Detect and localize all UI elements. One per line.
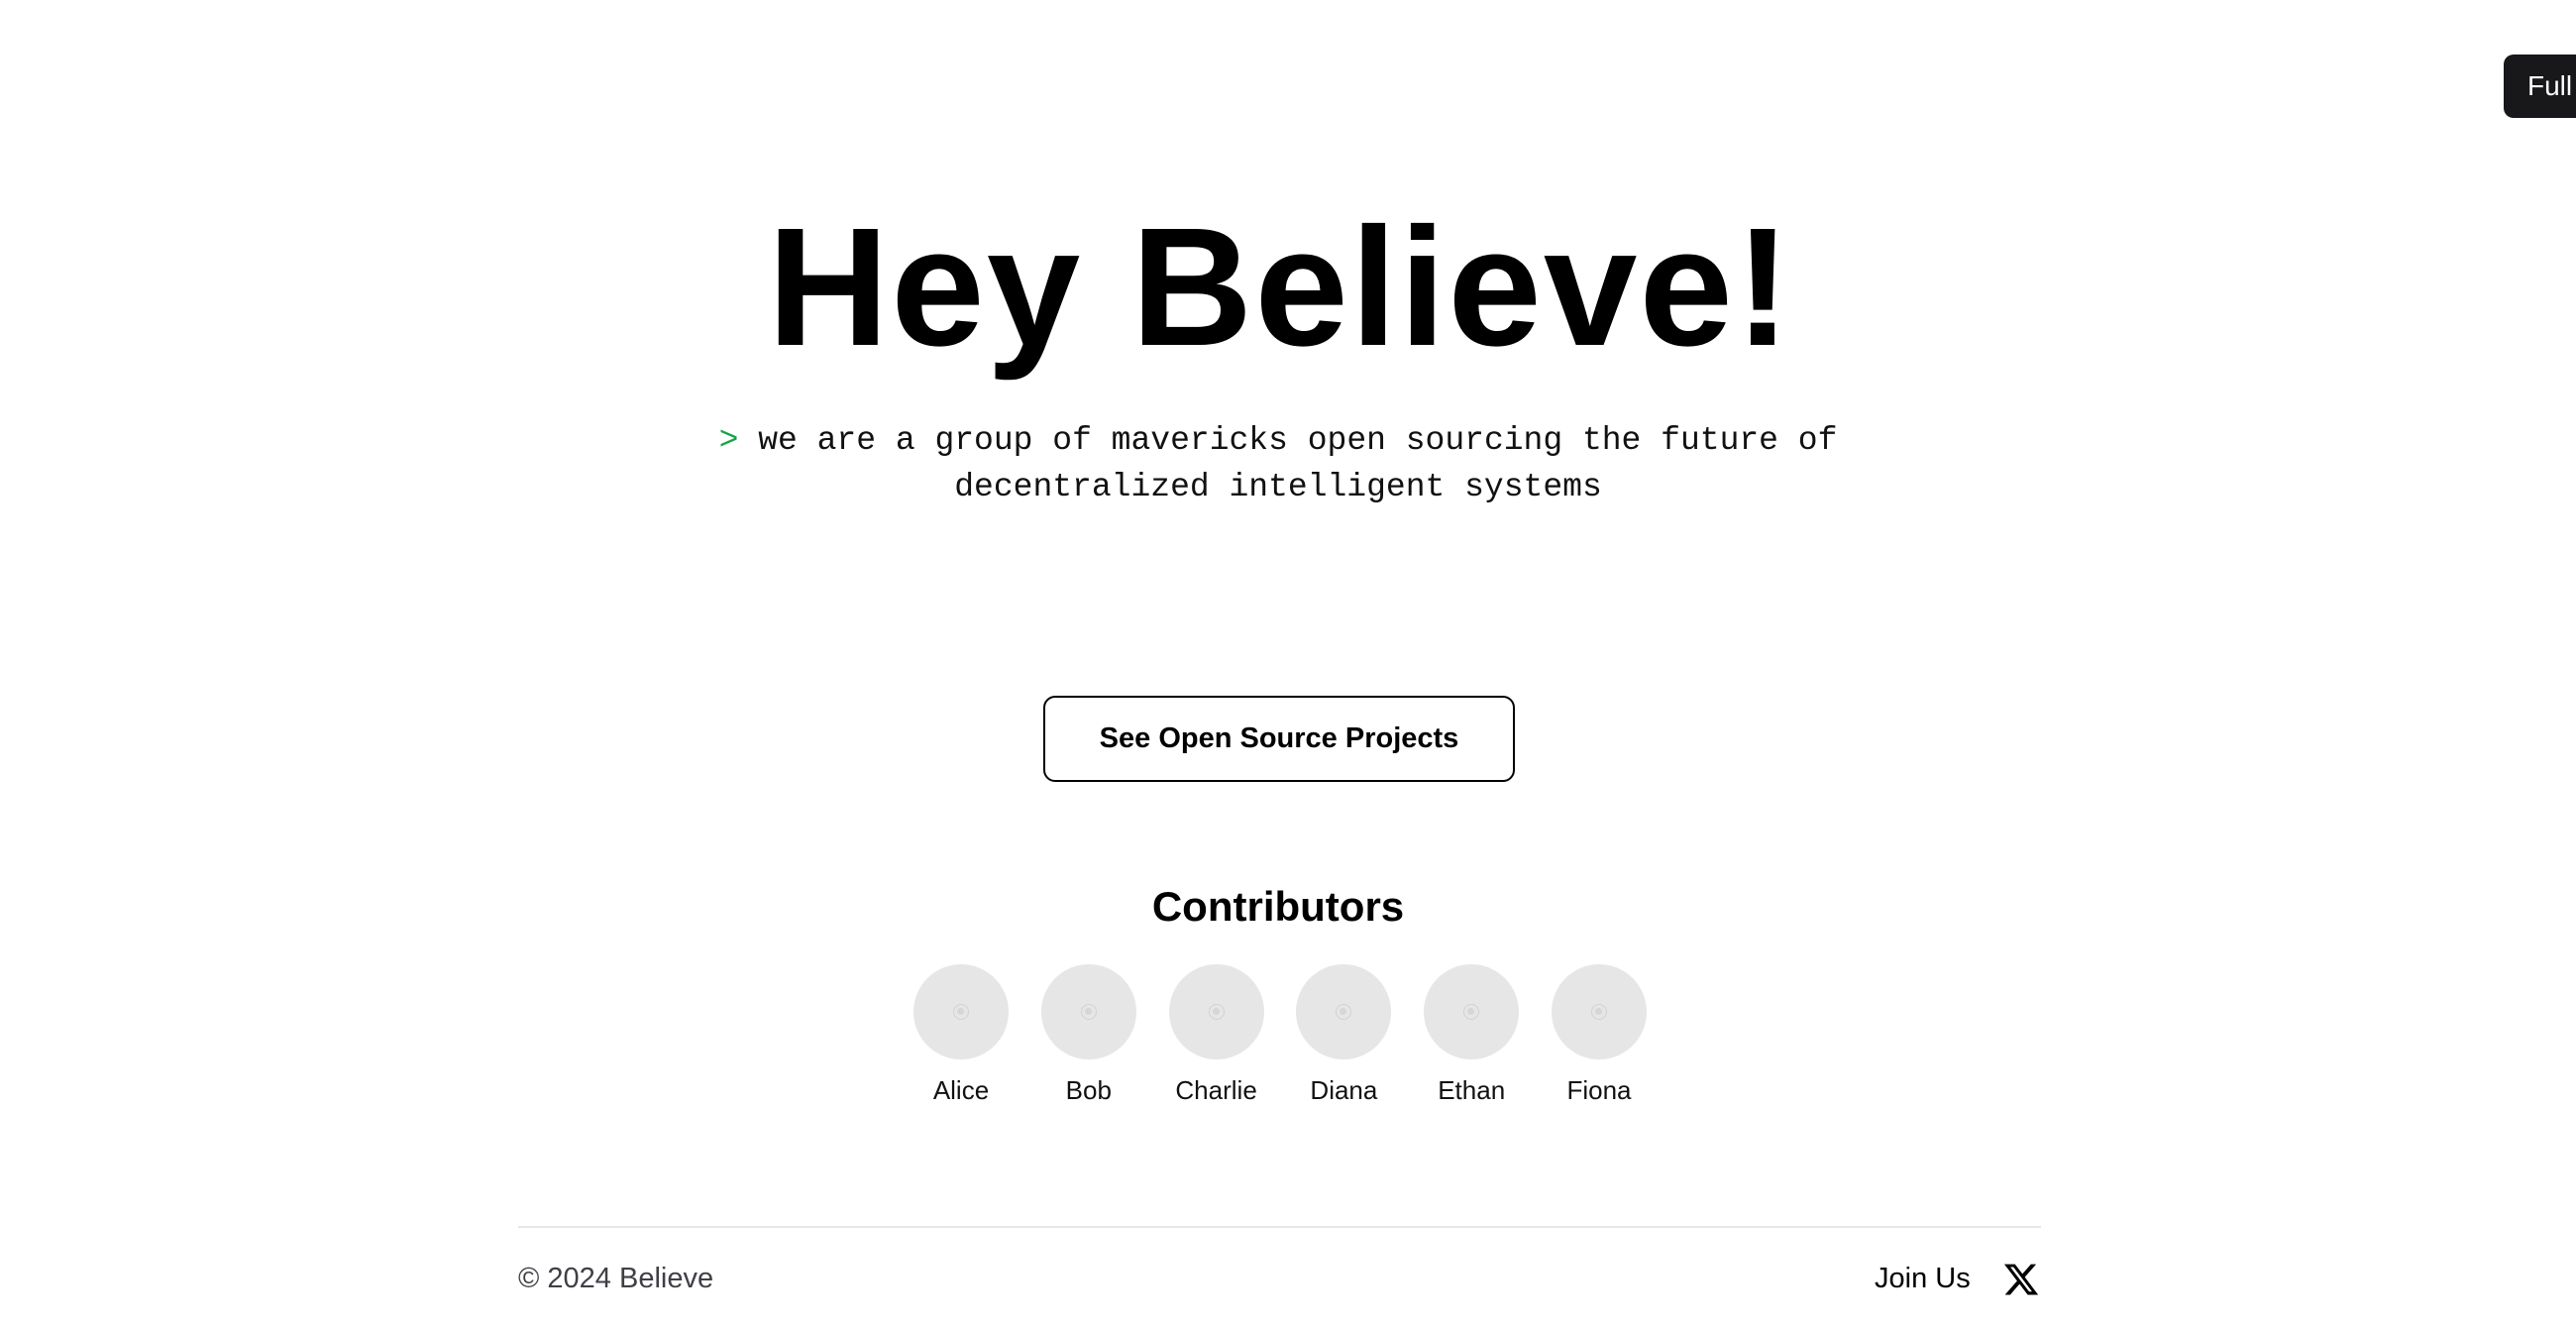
contributor-charlie[interactable]: Charlie xyxy=(1167,964,1266,1107)
hero-tagline: > we are a group of mavericks open sourc… xyxy=(594,417,1962,510)
avatar xyxy=(1551,964,1647,1059)
hero-title: Hey Believe! xyxy=(767,193,1793,382)
contributors-list: Alice Bob Charlie Diana Ethan Fiona xyxy=(912,964,1649,1107)
avatar-placeholder-icon xyxy=(1208,1004,1225,1020)
copyright-text: © 2024 Believe xyxy=(518,1263,714,1294)
full-screen-pill[interactable]: Full xyxy=(2504,55,2576,118)
avatar-placeholder-icon xyxy=(953,1004,969,1020)
avatar xyxy=(1040,964,1136,1059)
contributor-diana[interactable]: Diana xyxy=(1294,964,1393,1107)
contributor-name: Bob xyxy=(1065,1075,1112,1105)
contributor-fiona[interactable]: Fiona xyxy=(1550,964,1649,1107)
avatar-placeholder-icon xyxy=(1080,1004,1097,1020)
contributor-name: Diana xyxy=(1310,1075,1378,1105)
contributor-name: Fiona xyxy=(1566,1075,1632,1105)
contributor-name: Ethan xyxy=(1438,1075,1506,1105)
contributor-alice[interactable]: Alice xyxy=(912,964,1011,1107)
contributor-ethan[interactable]: Ethan xyxy=(1422,964,1521,1107)
avatar-placeholder-icon xyxy=(1336,1004,1352,1020)
avatar xyxy=(1424,964,1520,1059)
tagline-text: we are a group of mavericks open sourcin… xyxy=(758,422,1838,505)
avatar xyxy=(1168,964,1264,1059)
contributor-name: Alice xyxy=(932,1075,990,1105)
avatar xyxy=(1296,964,1392,1059)
terminal-prompt: > xyxy=(718,422,739,459)
x-logo-icon[interactable] xyxy=(2002,1261,2040,1298)
contributor-bob[interactable]: Bob xyxy=(1039,964,1138,1107)
full-screen-label: Full xyxy=(2527,70,2573,101)
x-logo-graphic xyxy=(2003,1264,2039,1295)
contributors-heading: Contributors xyxy=(1151,883,1405,930)
join-us-link[interactable]: Join Us xyxy=(1875,1259,1971,1298)
footer-divider xyxy=(518,1226,2041,1228)
see-open-source-projects-button[interactable]: See Open Source Projects xyxy=(1043,696,1515,782)
contributor-name: Charlie xyxy=(1175,1075,1257,1105)
avatar xyxy=(913,964,1009,1059)
avatar-placeholder-icon xyxy=(1463,1004,1480,1020)
avatar-placeholder-icon xyxy=(1590,1004,1607,1020)
